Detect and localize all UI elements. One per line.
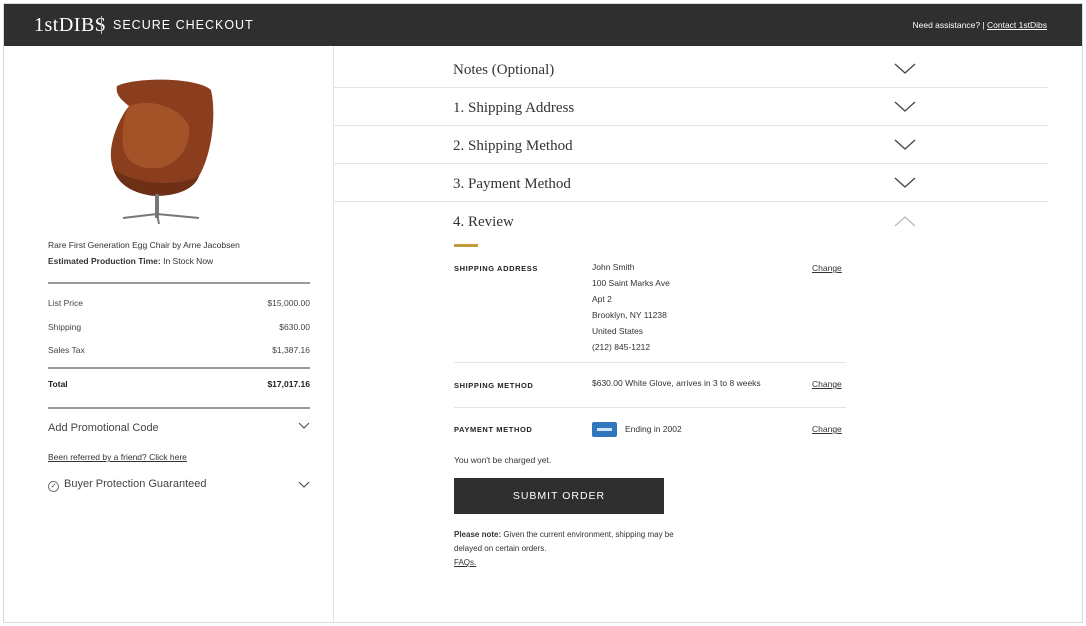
address-line: Apt 2 bbox=[592, 294, 612, 304]
referral-link[interactable]: Been referred by a friend? Click here bbox=[48, 452, 187, 462]
site-logo[interactable]: 1stDIBS bbox=[34, 14, 106, 37]
not-charged-notice: You won't be charged yet. bbox=[454, 455, 552, 465]
summary-row-label: List Price bbox=[48, 298, 83, 308]
chevron-down-icon bbox=[298, 422, 310, 429]
production-time-label: Estimated Production Time: bbox=[48, 256, 161, 266]
section-title: 2. Shipping Method bbox=[453, 138, 573, 154]
header-bar: 1stDIBS SECURE CHECKOUT Need assistance?… bbox=[4, 4, 1082, 46]
shipping-method-label: SHIPPING METHOD bbox=[454, 381, 534, 390]
summary-divider-bottom bbox=[48, 407, 310, 409]
address-line: United States bbox=[592, 326, 644, 336]
chevron-down-icon bbox=[894, 177, 916, 188]
change-shipping-method-link[interactable]: Change bbox=[812, 379, 842, 389]
address-line: Brooklyn, NY 11238 bbox=[592, 310, 667, 320]
summary-row-list-price: List Price $15,000.00 bbox=[48, 298, 310, 308]
summary-divider-top bbox=[48, 282, 310, 284]
logo-divider bbox=[101, 16, 102, 34]
chevron-down-icon bbox=[894, 101, 916, 112]
change-shipping-address-link[interactable]: Change bbox=[812, 263, 842, 273]
check-circle-icon: ✓ bbox=[48, 481, 59, 492]
checkout-page: 1stDIBS SECURE CHECKOUT Need assistance?… bbox=[3, 3, 1083, 623]
change-payment-method-link[interactable]: Change bbox=[812, 424, 842, 434]
summary-row-label: Shipping bbox=[48, 322, 82, 332]
summary-row-sales-tax: Sales Tax $1,387.16 bbox=[48, 345, 310, 355]
chevron-down-icon bbox=[894, 139, 916, 150]
buyer-protection-toggle[interactable]: ✓ Buyer Protection Guaranteed bbox=[48, 478, 310, 492]
summary-row-value: $630.00 bbox=[279, 322, 310, 332]
promo-code-toggle[interactable]: Add Promotional Code bbox=[48, 422, 310, 434]
product-name: Rare First Generation Egg Chair by Arne … bbox=[48, 240, 240, 250]
section-payment-method[interactable]: 3. Payment Method bbox=[334, 164, 1048, 202]
payment-method-value: Ending in 2002 bbox=[625, 424, 682, 434]
address-line: John Smith bbox=[592, 262, 635, 272]
production-time: Estimated Production Time: In Stock Now bbox=[48, 256, 213, 266]
assistance-text: Need assistance? | Contact 1stDibs bbox=[912, 20, 1047, 30]
address-line: (212) 845-1212 bbox=[592, 342, 651, 352]
total-label: Total bbox=[48, 379, 68, 389]
address-line: 100 Saint Marks Ave bbox=[592, 278, 670, 288]
buyer-protection-label: Buyer Protection Guaranteed bbox=[64, 478, 207, 490]
section-shipping-address[interactable]: 1. Shipping Address bbox=[334, 88, 1048, 126]
shipping-method-value: $630.00 White Glove, arrives in 3 to 8 w… bbox=[592, 378, 761, 388]
summary-total: Total $17,017.16 bbox=[48, 379, 310, 389]
assistance-label: Need assistance? | bbox=[912, 20, 985, 30]
shipping-address-label: SHIPPING ADDRESS bbox=[454, 264, 538, 273]
total-value: $17,017.16 bbox=[267, 379, 310, 389]
order-summary-panel: Rare First Generation Egg Chair by Arne … bbox=[4, 46, 334, 622]
section-title: 3. Payment Method bbox=[453, 176, 571, 192]
summary-row-value: $1,387.16 bbox=[272, 345, 310, 355]
summary-row-shipping: Shipping $630.00 bbox=[48, 322, 310, 332]
promo-code-label: Add Promotional Code bbox=[48, 422, 159, 434]
section-shipping-method[interactable]: 2. Shipping Method bbox=[334, 126, 1048, 164]
production-time-value: In Stock Now bbox=[163, 256, 214, 266]
page-title: SECURE CHECKOUT bbox=[113, 18, 254, 32]
please-note-label: Please note: bbox=[454, 530, 502, 539]
contact-link[interactable]: Contact 1stDibs bbox=[987, 20, 1047, 30]
chevron-down-icon bbox=[894, 63, 916, 74]
section-review[interactable]: 4. Review bbox=[334, 202, 1048, 240]
section-title: 4. Review bbox=[453, 214, 514, 230]
review-accent-bar bbox=[454, 244, 478, 247]
review-divider bbox=[454, 362, 846, 363]
shipping-address-value: John Smith 100 Saint Marks Ave Apt 2 Bro… bbox=[592, 259, 670, 355]
egg-chair-image bbox=[110, 79, 214, 225]
submit-order-button[interactable]: SUBMIT ORDER bbox=[454, 478, 664, 514]
summary-row-label: Sales Tax bbox=[48, 345, 85, 355]
faqs-link[interactable]: FAQs. bbox=[454, 556, 674, 570]
payment-method-label: PAYMENT METHOD bbox=[454, 425, 533, 434]
review-divider bbox=[454, 407, 846, 408]
shipping-delay-note: Please note: Given the current environme… bbox=[454, 528, 674, 570]
section-notes[interactable]: Notes (Optional) bbox=[334, 50, 1048, 88]
summary-row-value: $15,000.00 bbox=[267, 298, 310, 308]
section-title: 1. Shipping Address bbox=[453, 100, 575, 116]
chevron-up-icon bbox=[894, 216, 916, 227]
section-title: Notes (Optional) bbox=[453, 62, 555, 78]
chevron-down-icon bbox=[298, 481, 310, 488]
summary-divider-mid bbox=[48, 367, 310, 369]
amex-card-icon bbox=[592, 422, 617, 437]
